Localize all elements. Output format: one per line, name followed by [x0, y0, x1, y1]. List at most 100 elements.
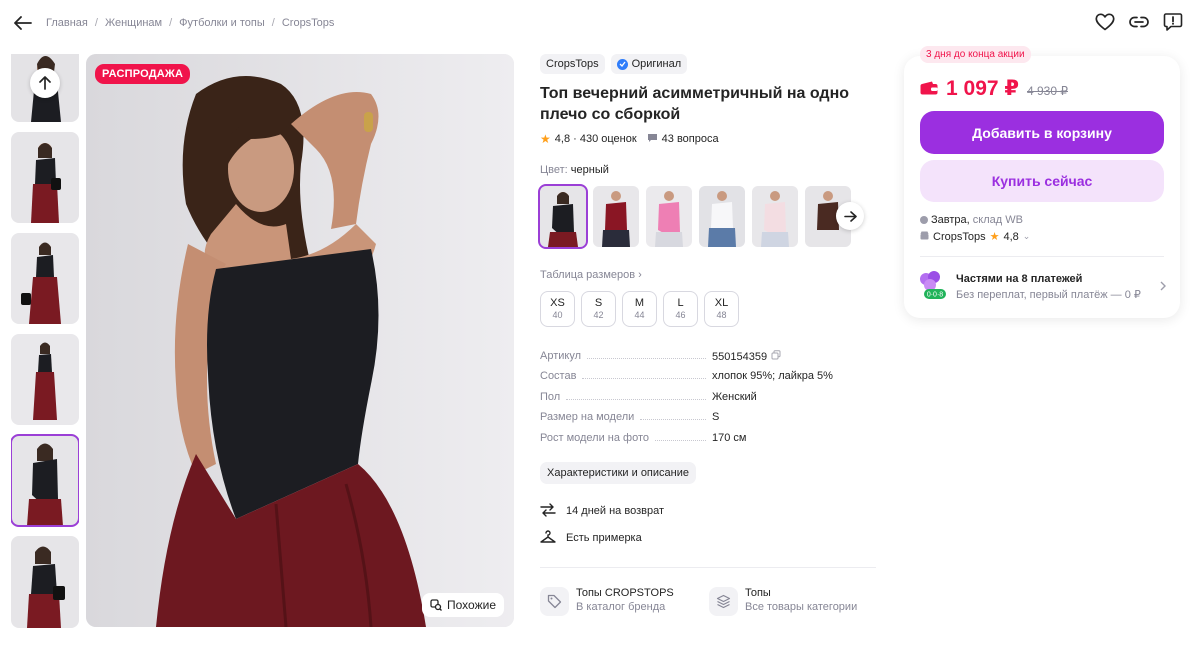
size-name: L — [677, 297, 684, 309]
fitting-perk-text: Есть примерка — [566, 532, 642, 545]
similar-button[interactable]: Похожие — [422, 593, 504, 617]
breadcrumb-brand[interactable]: CropsTops — [282, 17, 335, 29]
back-arrow-icon[interactable] — [10, 10, 36, 36]
spec-row: Размер на модели S — [540, 411, 880, 431]
price-row: 1 097 ₽ 4 930 ₽ — [920, 76, 1068, 101]
report-icon[interactable] — [1162, 11, 1184, 33]
size-option[interactable]: L 46 — [663, 291, 698, 327]
copy-icon[interactable] — [771, 350, 781, 363]
add-to-cart-button[interactable]: Добавить в корзину — [920, 111, 1164, 154]
questions-link[interactable]: 43 вопроса — [647, 133, 719, 146]
spec-key-wrap: Размер на модели — [540, 411, 712, 423]
color-swatch[interactable] — [593, 186, 639, 247]
size-number: 46 — [675, 310, 686, 320]
seller-link[interactable]: CropsTops ★ 4,8 ⌄ — [920, 230, 1030, 243]
brand-catalog-link[interactable]: Топы CROPSTOPS В каталог бренда — [540, 586, 709, 616]
size-option[interactable]: S 42 — [581, 291, 616, 327]
heart-icon[interactable] — [1094, 11, 1116, 33]
color-swatch[interactable] — [646, 186, 692, 247]
size-number: 48 — [716, 310, 727, 320]
breadcrumb-separator: / — [169, 17, 173, 29]
spec-value-wrap: S — [712, 411, 880, 423]
brand-catalog-sub: В каталог бренда — [576, 600, 666, 613]
spec-key: Артикул — [540, 350, 582, 362]
delivery-day: Завтра, — [931, 214, 970, 226]
description-button[interactable]: Характеристики и описание — [540, 461, 696, 484]
color-label: Цвет: черный — [540, 164, 880, 176]
thumbnail[interactable] — [11, 536, 79, 628]
deal-timer-badge: 3 дня до конца акции — [920, 46, 1031, 63]
breadcrumb-home[interactable]: Главная — [46, 17, 88, 29]
thumbnail[interactable] — [11, 132, 79, 223]
size-name: S — [594, 297, 603, 309]
spec-row: Пол Женский — [540, 391, 880, 411]
divider — [540, 566, 876, 568]
spec-value-wrap: хлопок 95%; лайкра 5% — [712, 370, 880, 382]
size-selector: XS 40 S 42 M 44 L 46 XL 48 — [540, 291, 880, 327]
color-swatch[interactable] — [699, 186, 745, 247]
similar-label: Похожие — [447, 598, 496, 612]
spec-key-wrap: Пол — [540, 391, 712, 403]
return-perk-text: 14 дней на возврат — [566, 505, 664, 518]
breadcrumb-tops[interactable]: Футболки и топы — [179, 17, 265, 29]
chat-icon — [647, 133, 658, 146]
brand-row: CropsTops Оригинал — [540, 54, 880, 74]
installments-offer[interactable]: 0·0·8 Частями на 8 платежей Без переплат… — [918, 270, 1166, 304]
top-bar: Главная / Женщинам / Футболки и топы / C… — [0, 0, 1200, 48]
spec-key-wrap: Состав — [540, 370, 712, 382]
thumbnail[interactable] — [11, 334, 79, 425]
color-value: черный — [570, 164, 609, 176]
hanger-icon — [540, 530, 556, 547]
installments-badge: 0·0·8 — [927, 292, 943, 299]
category-link[interactable]: Топы Все товары категории — [709, 586, 878, 616]
return-perk: 14 дней на возврат — [540, 503, 880, 520]
spec-key-wrap: Рост модели на фото — [540, 432, 712, 444]
size-name: M — [634, 297, 645, 309]
rating-link[interactable]: ★ 4,8 · 430 оценок — [540, 132, 637, 146]
spec-list: Артикул 550154359 Состав хлопок 95%; лайкра… — [540, 350, 880, 452]
color-swatch-selected[interactable] — [538, 184, 588, 249]
arrow-up-icon[interactable] — [30, 68, 60, 98]
breadcrumb: Главная / Женщинам / Футболки и топы / C… — [46, 17, 334, 29]
arrow-right-icon[interactable] — [836, 202, 864, 230]
spec-key: Размер на модели — [540, 411, 635, 424]
size-table-link[interactable]: Таблица размеров › — [540, 269, 880, 281]
spec-value: Женский — [712, 390, 757, 403]
color-label-key: Цвет: — [540, 164, 568, 176]
divider — [920, 256, 1164, 257]
delivery-warehouse: склад WB — [972, 214, 1023, 226]
questions-count: 43 вопроса — [661, 133, 719, 145]
main-product-image[interactable]: РАСПРОДАЖА Похожие — [86, 54, 514, 627]
spec-row: Состав хлопок 95%; лайкра 5% — [540, 370, 880, 390]
size-option[interactable]: XS 40 — [540, 291, 575, 327]
old-price: 4 930 ₽ — [1027, 84, 1068, 98]
thumbnail[interactable] — [11, 233, 79, 324]
size-option[interactable]: M 44 — [622, 291, 657, 327]
spec-dots — [587, 350, 706, 359]
brand-chip[interactable]: CropsTops — [540, 54, 605, 74]
size-name: XS — [550, 297, 565, 309]
rating-text: 4,8 · 430 оценок — [554, 133, 637, 145]
installments-title: Частями на 8 платежей — [956, 273, 1083, 285]
sale-badge: РАСПРОДАЖА — [95, 64, 191, 84]
size-option[interactable]: XL 48 — [704, 291, 739, 327]
size-name: XL — [714, 297, 729, 309]
brand-catalog-title: Топы CROPSTOPS — [576, 586, 674, 599]
spec-value-wrap: Женский — [712, 391, 880, 403]
original-chip[interactable]: Оригинал — [610, 54, 688, 74]
spec-key: Состав — [540, 370, 577, 383]
breadcrumb-women[interactable]: Женщинам — [105, 17, 162, 29]
seller-rating: 4,8 — [1003, 230, 1019, 243]
star-icon: ★ — [989, 231, 1000, 243]
color-swatch[interactable] — [752, 186, 798, 247]
buy-now-button[interactable]: Купить сейчас — [920, 160, 1164, 202]
buy-panel: 1 097 ₽ 4 930 ₽ Добавить в корзину Купит… — [904, 56, 1180, 318]
spec-dots — [582, 370, 706, 380]
spec-value-wrap: 550154359 — [712, 350, 880, 363]
link-icon[interactable] — [1128, 11, 1150, 33]
spec-key-wrap: Артикул — [540, 350, 712, 362]
delivery-dot-icon — [920, 216, 928, 224]
category-sub: Все товары категории — [745, 600, 858, 613]
spec-dots — [640, 411, 706, 421]
thumbnail-selected[interactable] — [11, 434, 79, 527]
